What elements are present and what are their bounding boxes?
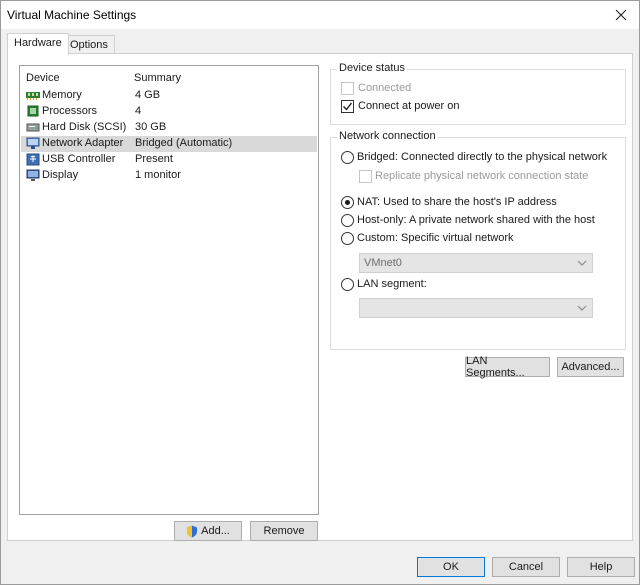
close-button[interactable] <box>611 5 631 25</box>
device-summary: Present <box>135 153 173 165</box>
device-name: USB Controller <box>42 153 116 165</box>
add-button-label: Add... <box>201 525 230 537</box>
column-device[interactable]: Device <box>26 72 60 84</box>
add-device-button[interactable]: Add... <box>174 521 242 541</box>
processor-icon <box>27 105 39 117</box>
device-row-processors[interactable]: Processors 4 <box>21 104 317 120</box>
chevron-down-icon <box>577 260 587 266</box>
device-row-hard-disk[interactable]: Hard Disk (SCSI) 30 GB <box>21 120 317 136</box>
device-row-usb-controller[interactable]: USB Controller Present <box>21 152 317 168</box>
connected-checkbox[interactable] <box>341 82 354 95</box>
network-connection-label: Network connection <box>337 130 438 142</box>
window-title: Virtual Machine Settings <box>7 8 137 22</box>
remove-device-button[interactable]: Remove <box>250 521 318 541</box>
dialog-client: Hardware Options Device Summary Memory 4… <box>1 29 639 584</box>
nat-label: NAT: Used to share the host's IP address <box>357 196 557 208</box>
host-only-radio[interactable] <box>341 214 354 227</box>
custom-label: Custom: Specific virtual network <box>357 232 514 244</box>
replicate-state-checkbox[interactable] <box>359 170 372 183</box>
hardware-panel: Device Summary Memory 4 GB Processors 4 … <box>7 53 633 541</box>
display-icon <box>26 169 40 181</box>
lan-segments-button[interactable]: LAN Segments... <box>465 355 550 379</box>
bridged-radio[interactable] <box>341 151 354 164</box>
device-summary: 4 <box>135 105 142 117</box>
shield-icon <box>187 525 198 537</box>
device-summary: 1 monitor <box>135 169 181 181</box>
usb-icon <box>26 153 40 166</box>
tab-hardware[interactable]: Hardware <box>7 33 69 55</box>
replicate-state-label: Replicate physical network connection st… <box>375 170 589 182</box>
device-summary: Bridged (Automatic) <box>135 137 233 149</box>
device-status-group: Device status Connected Connect at power… <box>330 62 626 125</box>
lan-segment-label: LAN segment: <box>357 278 427 290</box>
device-row-display[interactable]: Display 1 monitor <box>21 168 317 184</box>
device-summary: 30 GB <box>135 121 167 133</box>
ok-button[interactable]: OK <box>417 557 485 577</box>
device-name: Memory <box>42 89 82 101</box>
network-connection-group: Network connection Bridged: Connected di… <box>330 130 626 350</box>
device-name: Network Adapter <box>42 137 124 149</box>
network-adapter-icon <box>26 137 40 149</box>
device-row-memory[interactable]: Memory 4 GB <box>21 88 317 104</box>
nat-radio[interactable] <box>341 196 354 209</box>
hard-disk-icon <box>26 123 40 132</box>
advanced-button[interactable]: Advanced... <box>557 357 624 377</box>
connect-at-power-on-label: Connect at power on <box>358 100 460 112</box>
connect-at-power-on-checkbox[interactable] <box>341 100 354 113</box>
device-name: Display <box>42 169 79 181</box>
checkmark-icon <box>343 102 353 111</box>
device-name: Processors <box>42 105 98 117</box>
vm-settings-window: Virtual Machine Settings Hardware Option… <box>0 0 640 585</box>
lan-segment-radio[interactable] <box>341 278 354 291</box>
device-summary: 4 GB <box>135 89 161 101</box>
bridged-label: Bridged: Connected directly to the physi… <box>357 151 608 163</box>
cancel-button[interactable]: Cancel <box>492 557 560 577</box>
custom-network-value: VMnet0 <box>364 257 402 269</box>
device-row-network-adapter[interactable]: Network Adapter Bridged (Automatic) <box>21 136 317 152</box>
device-list[interactable]: Device Summary Memory 4 GB Processors 4 … <box>19 65 319 515</box>
help-button[interactable]: Help <box>567 557 635 577</box>
device-status-label: Device status <box>337 62 408 74</box>
device-name: Hard Disk (SCSI) <box>42 121 127 133</box>
memory-icon <box>26 92 40 100</box>
close-icon <box>615 9 627 21</box>
column-summary[interactable]: Summary <box>134 72 181 84</box>
device-list-header: Device Summary <box>20 66 318 88</box>
chevron-down-icon <box>577 305 587 311</box>
host-only-label: Host-only: A private network shared with… <box>357 214 595 226</box>
title-bar: Virtual Machine Settings <box>1 1 639 29</box>
tab-options[interactable]: Options <box>63 35 115 55</box>
lan-segment-select[interactable] <box>359 298 593 318</box>
custom-network-select[interactable]: VMnet0 <box>359 253 593 273</box>
custom-radio[interactable] <box>341 232 354 245</box>
connected-label: Connected <box>358 82 412 94</box>
